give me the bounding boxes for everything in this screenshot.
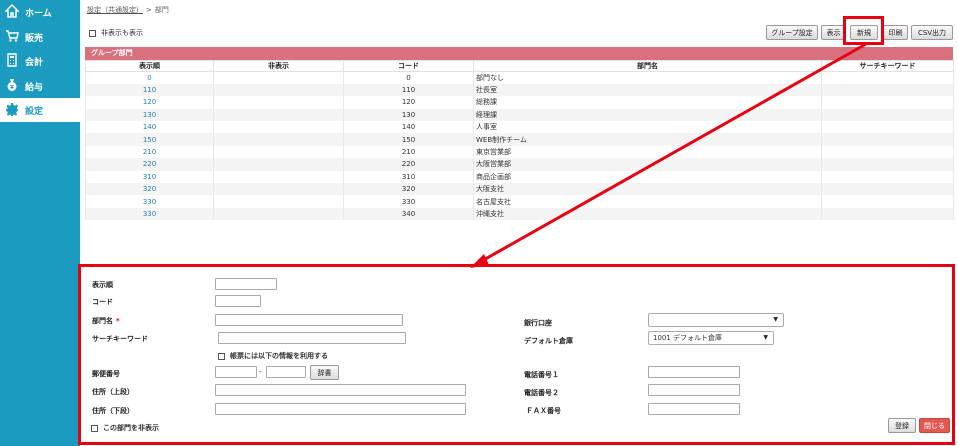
form-highlight (78, 264, 955, 445)
arrow-line (479, 42, 867, 264)
